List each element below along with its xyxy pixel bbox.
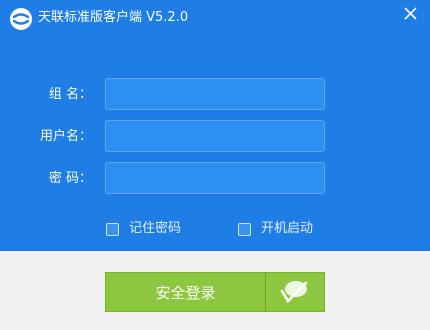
login-options-icon: [280, 281, 308, 304]
auto-start-checkbox[interactable]: 开机启动: [238, 221, 313, 237]
remember-password-label: 记住密码: [129, 221, 182, 236]
username-label: 用户名：: [39, 129, 92, 144]
remember-password-box[interactable]: [106, 222, 119, 236]
close-icon: [404, 7, 417, 20]
secure-login-button[interactable]: 安全登录: [105, 272, 265, 312]
password-input[interactable]: [105, 162, 325, 194]
username-input[interactable]: [105, 120, 325, 152]
group-input[interactable]: [105, 78, 325, 110]
auto-start-label: 开机启动: [261, 221, 314, 236]
close-button[interactable]: [396, 2, 426, 26]
login-options-button[interactable]: [265, 272, 325, 312]
password-label: 密 码：: [48, 171, 92, 186]
login-panel: 天联标准版客户端 V5.2.0 组 名： 用户名： 密 码： 记住密码 开机启动: [0, 0, 430, 251]
window-title: 天联标准版客户端 V5.2.0: [38, 10, 189, 25]
group-label: 组 名：: [48, 87, 92, 102]
tianlian-logo-icon: [10, 8, 32, 30]
auto-start-box[interactable]: [238, 222, 251, 236]
remember-password-checkbox[interactable]: 记住密码: [106, 221, 181, 237]
